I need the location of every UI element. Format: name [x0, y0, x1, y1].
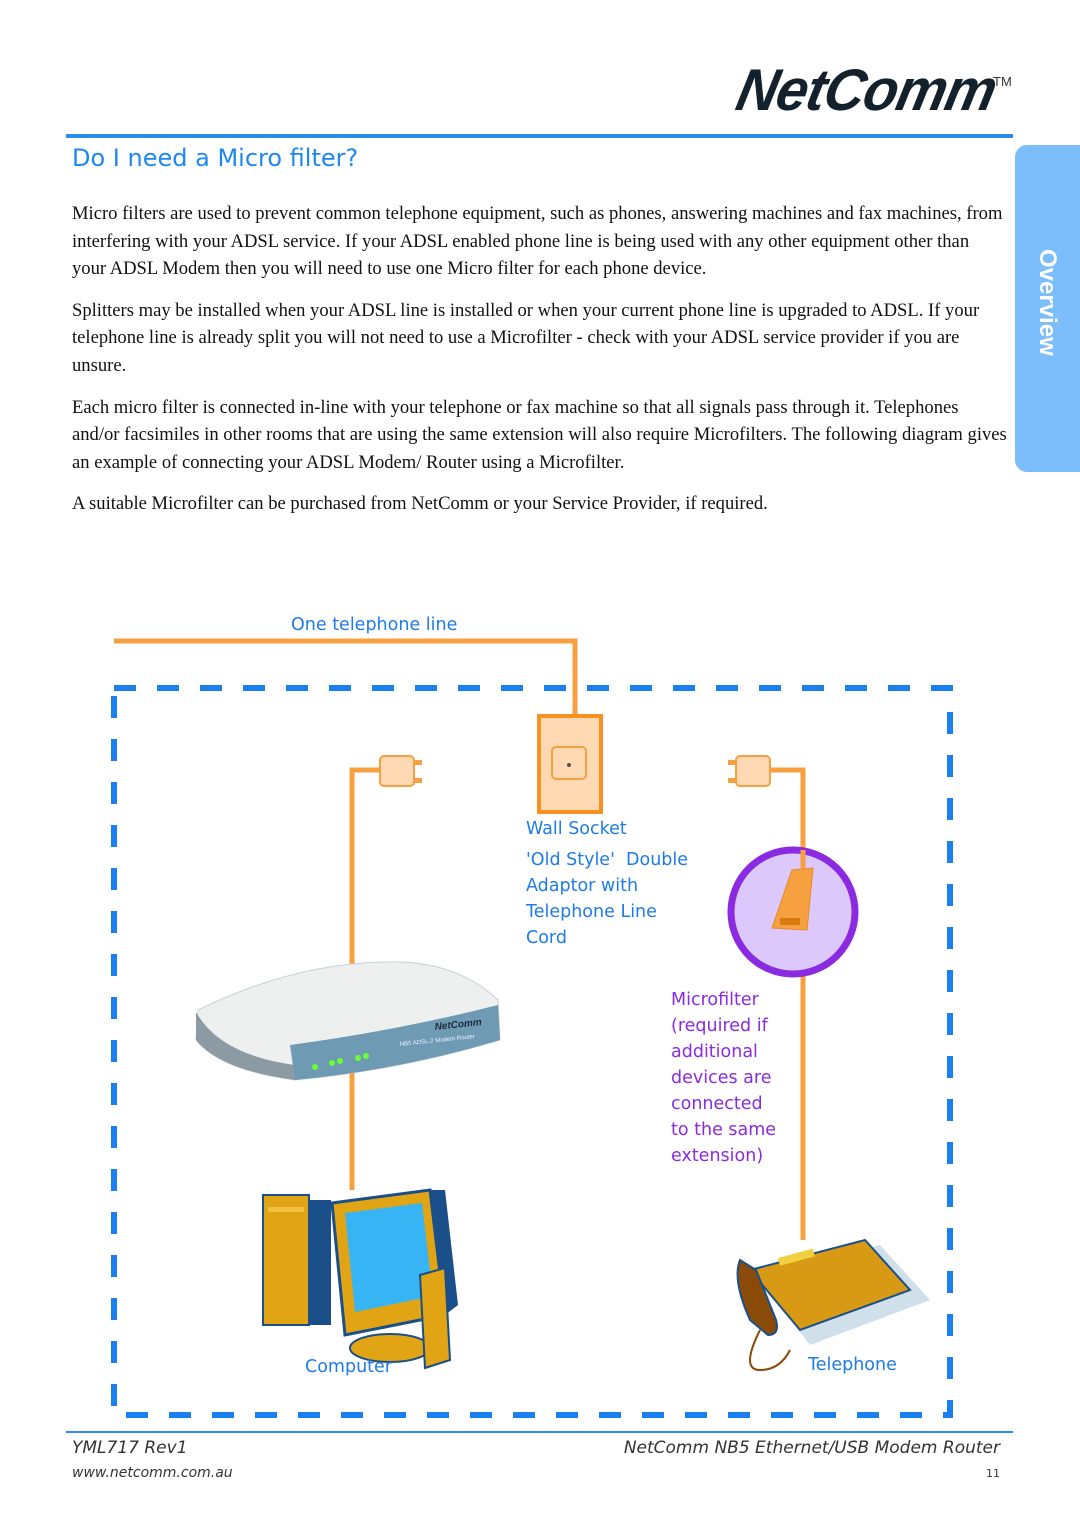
right-plug-icon — [728, 755, 771, 787]
paragraph-inline-connection: Each micro filter is connected in-line w… — [72, 396, 1007, 473]
netcomm-logo: NetComm — [731, 56, 1003, 123]
page-number: 11 — [986, 1467, 1000, 1480]
connection-diagram: NetComm NB5 ADSL-2 Modem Router One tele… — [100, 600, 970, 1430]
left-plug-icon — [379, 755, 422, 787]
paragraph-purchase: A suitable Microfilter can be purchased … — [72, 493, 768, 515]
product-name: NetComm NB5 Ethernet/USB Modem Router — [623, 1438, 1000, 1458]
label-telephone: Telephone — [808, 1355, 897, 1375]
paragraph-micro-filters: Micro filters are used to prevent common… — [72, 203, 1003, 280]
label-wall-socket: Wall Socket — [526, 819, 627, 839]
section-tab-label: Overview — [1034, 249, 1061, 356]
computer-icon — [262, 1188, 458, 1370]
paragraph-splitters: Splitters may be installed when your ADS… — [72, 299, 980, 376]
label-microfilter: Microfilter (required if additional devi… — [671, 990, 777, 1166]
telephone-icon — [736, 1238, 930, 1372]
incoming-telephone-line — [114, 638, 578, 718]
wall-socket-icon — [537, 714, 603, 814]
page-title: Do I need a Micro filter? — [72, 144, 359, 172]
footer-divider — [66, 1431, 1013, 1433]
label-double-adaptor: 'Old Style' Double Adaptor with Telephon… — [526, 850, 689, 948]
label-computer: Computer — [305, 1357, 392, 1377]
body-text: Micro filters are used to prevent common… — [72, 200, 1007, 532]
microfilter-icon — [727, 846, 859, 978]
document-id: YML717 Rev1 — [72, 1438, 188, 1458]
router-cable — [349, 767, 380, 985]
diagram-graphics: NetComm NB5 ADSL-2 Modem Router — [111, 638, 953, 1418]
header-divider — [66, 134, 1013, 138]
trademark-mark: TM — [993, 74, 1012, 89]
label-telephone-line: One telephone line — [291, 615, 458, 635]
website-link[interactable]: www.netcomm.com.au — [72, 1465, 233, 1481]
